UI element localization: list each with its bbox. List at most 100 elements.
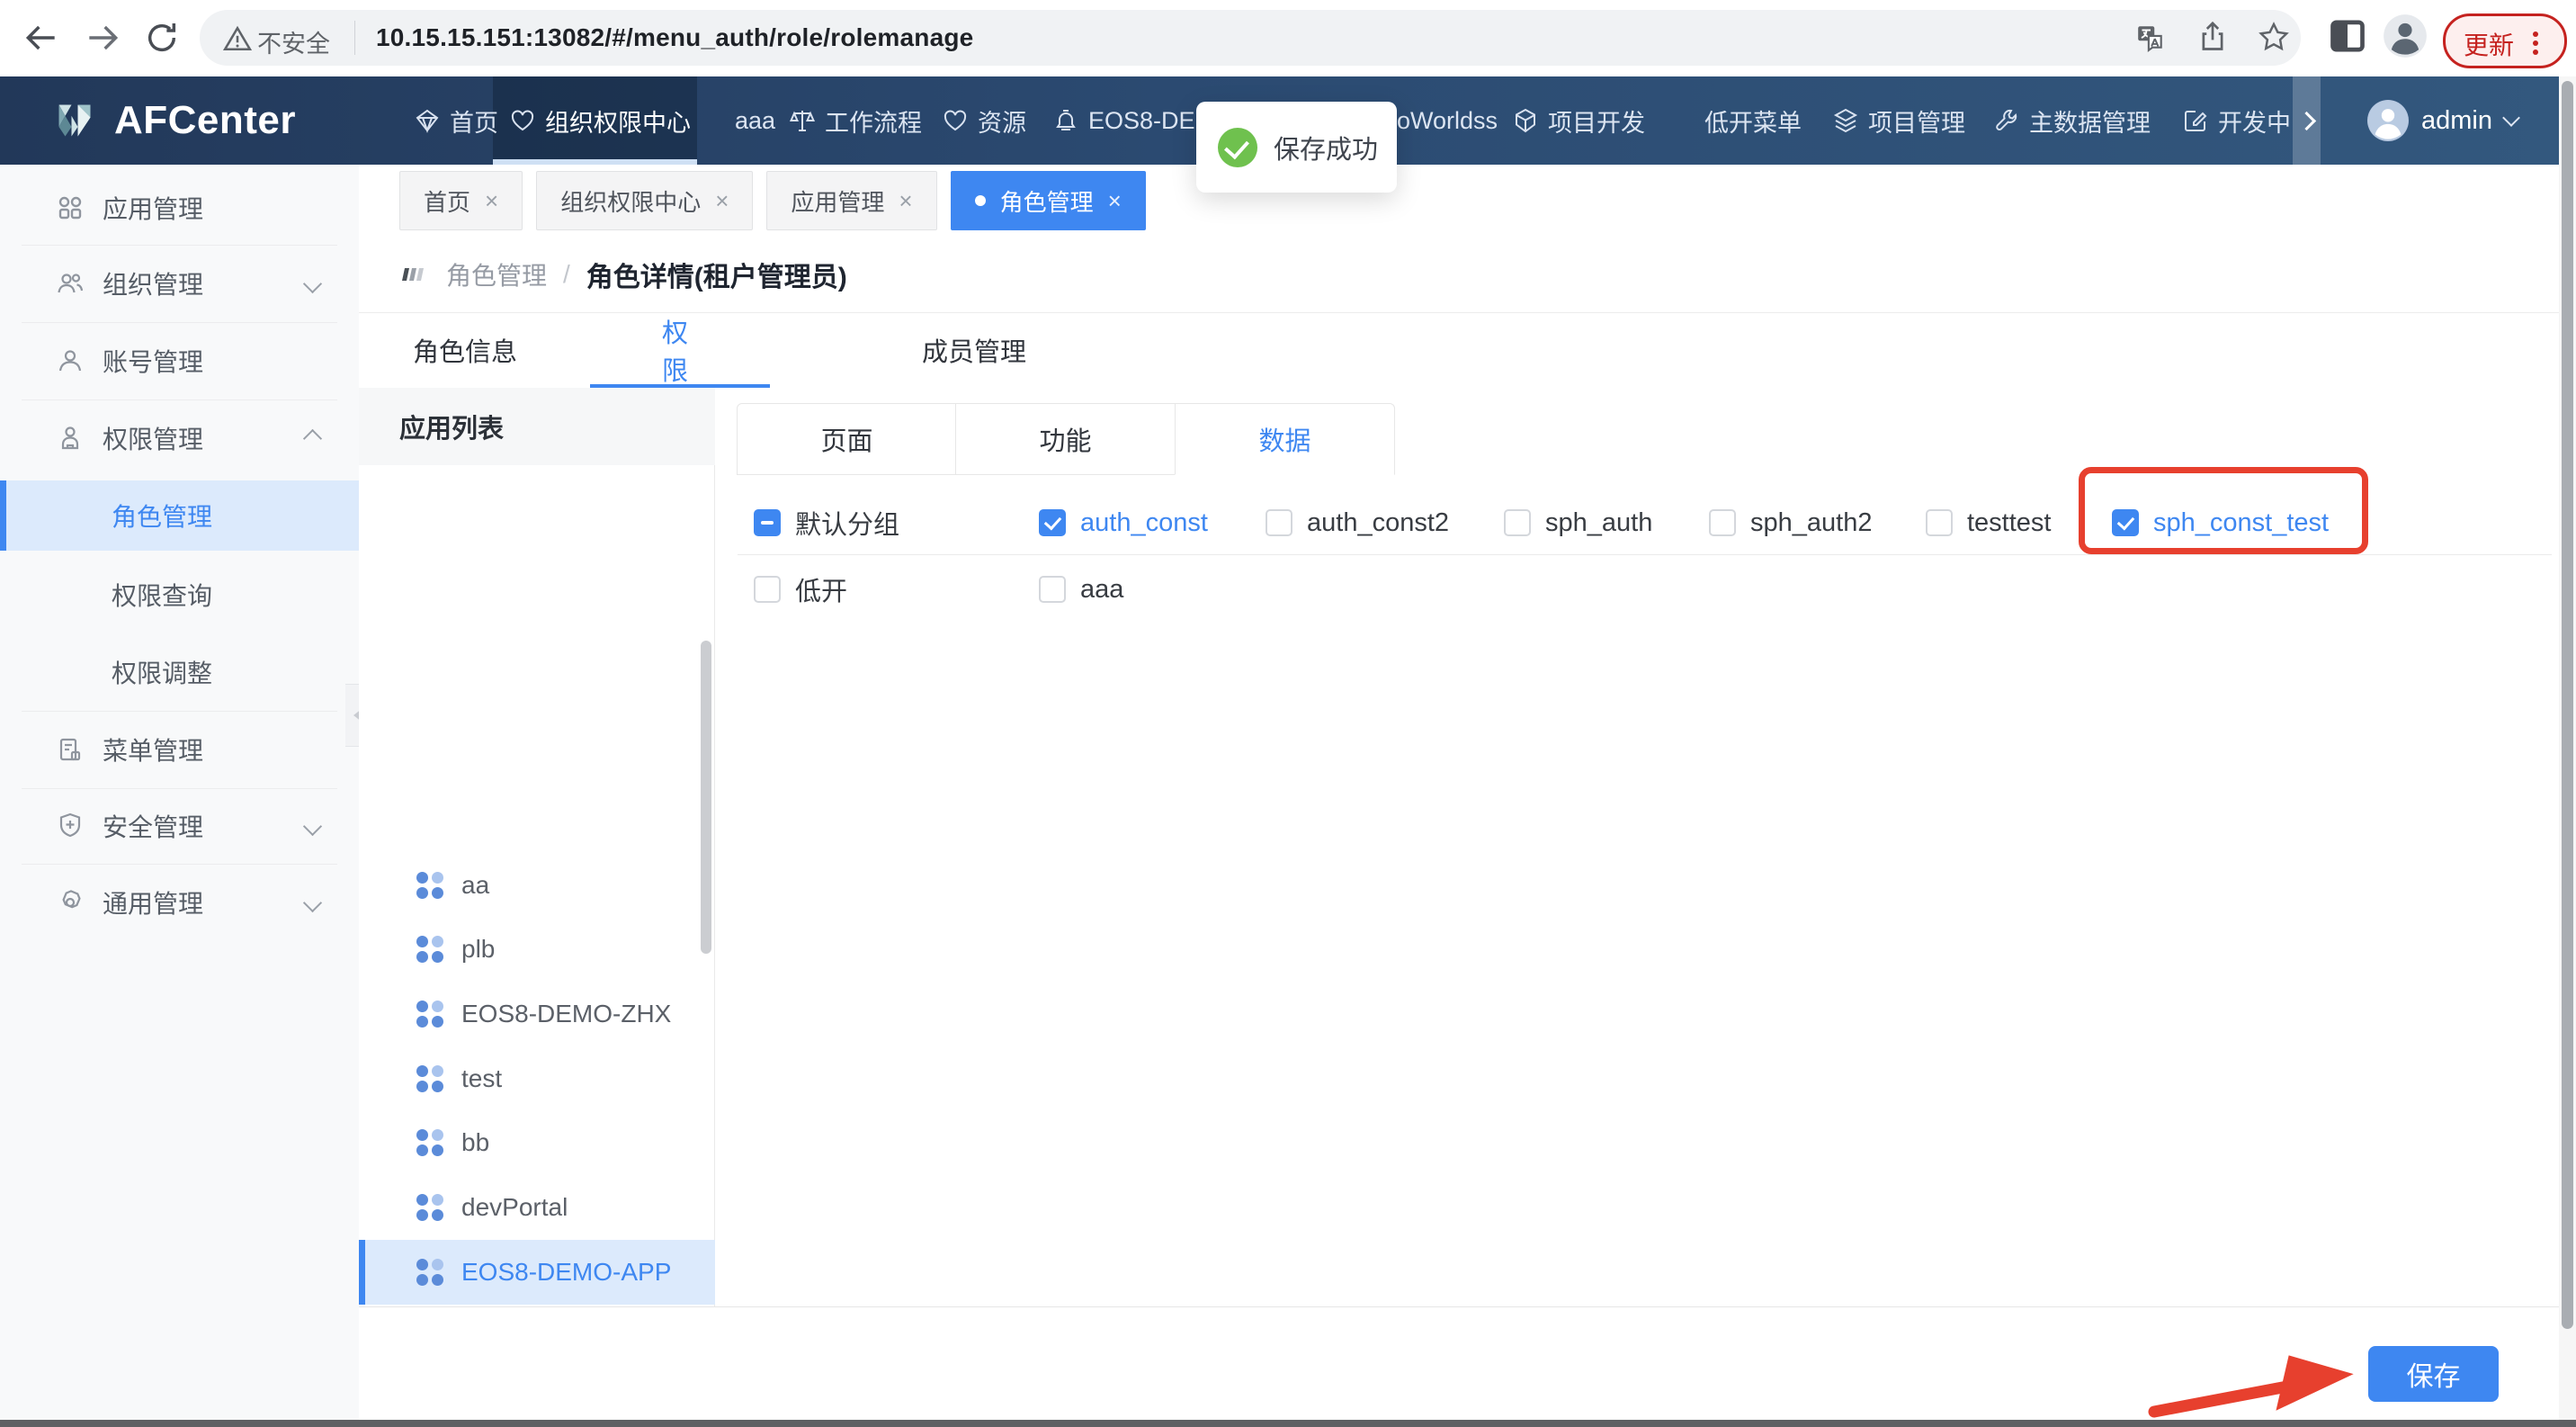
sidebar-item-general-mgmt[interactable]: 通用管理: [0, 864, 359, 941]
perm-auth-const[interactable]: auth_const: [1039, 507, 1208, 537]
sidebar-item-perm-adjust[interactable]: 权限调整: [0, 633, 359, 711]
sidebar-item-label: 菜单管理: [103, 737, 204, 765]
nav-item-resources[interactable]: 资源: [942, 76, 1026, 165]
back-icon[interactable]: [23, 20, 59, 56]
annotation-highlight-rect: [2079, 467, 2368, 554]
checkbox-unchecked[interactable]: [1926, 509, 1953, 536]
app-logo[interactable]: AFCenter: [49, 76, 296, 165]
checkbox-checked[interactable]: [1039, 509, 1066, 536]
gear-icon: [56, 888, 85, 917]
app-list-item[interactable]: plb: [359, 917, 715, 982]
perm-label: auth_const: [1080, 507, 1208, 537]
close-icon[interactable]: ×: [1108, 187, 1122, 215]
nav-item-eos8-de[interactable]: EOS8-DE: [1052, 76, 1195, 165]
browser-profile-avatar[interactable]: [2382, 13, 2428, 59]
nav-overflow-chevron[interactable]: [2293, 76, 2321, 165]
nav-item-label: 资源: [978, 109, 1026, 137]
app-list-item[interactable]: aa: [359, 853, 715, 918]
perm-lowcode[interactable]: 低开: [754, 576, 847, 606]
security-label[interactable]: 不安全: [257, 24, 330, 59]
nav-item-project-dev[interactable]: 项目开发: [1512, 76, 1645, 165]
perm-tab-data[interactable]: 数据: [1175, 403, 1395, 475]
tab-role-info[interactable]: 角色信息: [411, 313, 519, 387]
tab-chip-app-mgmt[interactable]: 应用管理 ×: [766, 171, 937, 230]
close-icon[interactable]: ×: [715, 187, 729, 215]
perm-sph-auth[interactable]: sph_auth: [1504, 508, 1652, 537]
app-list-item[interactable]: test: [359, 1046, 715, 1111]
perm-tab-page[interactable]: 页面: [737, 403, 957, 475]
not-secure-icon: [223, 24, 252, 53]
perm-group-default[interactable]: 默认分组: [754, 509, 899, 540]
close-icon[interactable]: ×: [899, 187, 912, 215]
sidebar-item-account-mgmt[interactable]: 账号管理: [0, 322, 359, 399]
breadcrumb-section[interactable]: 角色管理: [446, 256, 547, 292]
nav-item-project-mgmt[interactable]: 项目管理: [1832, 76, 1965, 165]
tab-member-mgmt[interactable]: 成员管理: [920, 313, 1028, 387]
checkbox-unchecked[interactable]: [1709, 509, 1736, 536]
checkbox-unchecked[interactable]: [1266, 509, 1292, 536]
user-menu[interactable]: admin: [2367, 76, 2520, 165]
perm-aaa[interactable]: aaa: [1039, 575, 1123, 604]
side-panel-icon[interactable]: [2328, 16, 2367, 56]
page-scrollbar-thumb[interactable]: [2562, 81, 2573, 1329]
app-list-scrollbar[interactable]: [701, 641, 711, 954]
app-label: EOS8-DEMO-ZHX: [461, 1000, 672, 1028]
sidebar-item-label: 权限管理: [103, 426, 204, 453]
tab-chip-home[interactable]: 首页 ×: [399, 171, 523, 230]
checkbox-unchecked[interactable]: [1039, 576, 1066, 603]
nav-item-label: oWorldss: [1397, 106, 1498, 134]
bookmark-star-icon[interactable]: [2258, 21, 2290, 53]
chevron-down-icon: [2502, 109, 2520, 127]
sidebar-item-label: 账号管理: [103, 348, 204, 376]
close-icon[interactable]: ×: [485, 187, 498, 215]
sidebar-item-perm-query[interactable]: 权限查询: [0, 556, 359, 633]
reload-icon[interactable]: [144, 20, 180, 56]
sidebar-item-perm-mgmt[interactable]: 权限管理: [0, 399, 359, 477]
app-list-item[interactable]: bb: [359, 1110, 715, 1175]
browser-menu-icon[interactable]: [2533, 28, 2538, 58]
nav-item-aaa[interactable]: aaa: [735, 76, 775, 165]
nav-item-org-auth-center[interactable]: 组织权限中心: [509, 76, 691, 165]
nav-item-in-development[interactable]: 开发中: [2182, 76, 2291, 165]
sidebar-item-menu-mgmt[interactable]: 菜单管理: [0, 711, 359, 788]
perm-label: testtest: [1967, 507, 2052, 537]
nav-item-label: 低开菜单: [1704, 109, 1802, 137]
translate-icon[interactable]: [2135, 22, 2166, 53]
app-list-item[interactable]: devPortal: [359, 1175, 715, 1240]
sidebar-item-security-mgmt[interactable]: 安全管理: [0, 788, 359, 864]
nav-item-home[interactable]: 首页: [414, 76, 498, 165]
checkbox-unchecked[interactable]: [754, 576, 781, 603]
perm-tab-function[interactable]: 功能: [955, 403, 1176, 475]
perm-testtest[interactable]: testtest: [1926, 507, 2052, 537]
nav-item-label: 首页: [450, 109, 498, 137]
tab-chip-role-mgmt[interactable]: 角色管理 ×: [950, 171, 1146, 230]
sidebar-item-label: 通用管理: [103, 890, 204, 918]
checkbox-indeterminate[interactable]: [754, 509, 781, 536]
tab-label: 角色信息: [412, 338, 517, 367]
perm-auth-const2[interactable]: auth_const2: [1266, 508, 1449, 537]
success-check-icon: [1218, 127, 1257, 167]
browser-update-button[interactable]: 更新: [2443, 13, 2567, 68]
share-icon[interactable]: [2196, 21, 2229, 53]
tab-chip-org-auth-center[interactable]: 组织权限中心 ×: [536, 171, 754, 230]
sidebar-item-role-mgmt[interactable]: 角色管理: [0, 480, 359, 551]
nav-item-oworldss[interactable]: oWorldss: [1397, 76, 1498, 165]
nav-item-lowcode-menu[interactable]: 低开菜单: [1704, 76, 1802, 165]
app-list-item[interactable]: EOS8-DEMO-ZHX: [359, 982, 715, 1046]
nav-item-master-data[interactable]: 主数据管理: [1993, 76, 2151, 165]
sidebar-item-org-mgmt[interactable]: 组织管理: [0, 245, 359, 322]
app-list-item-selected[interactable]: EOS8-DEMO-APP: [359, 1240, 715, 1305]
save-button[interactable]: 保存: [2368, 1346, 2499, 1402]
detail-tabs: 角色信息 权限 成员管理: [359, 313, 2576, 389]
checkbox-unchecked[interactable]: [1504, 509, 1531, 536]
nav-item-workflow[interactable]: 工作流程: [789, 76, 922, 165]
user-name: admin: [2421, 105, 2492, 135]
tab-permissions[interactable]: 权限: [662, 313, 702, 387]
forward-icon[interactable]: [85, 20, 121, 56]
nav-item-label: 项目开发: [1548, 109, 1645, 137]
perm-sph-auth2[interactable]: sph_auth2: [1709, 508, 1872, 537]
url-text[interactable]: 10.15.15.151:13082/#/menu_auth/role/role…: [376, 23, 973, 52]
sidebar-item-app-mgmt[interactable]: 应用管理: [0, 170, 359, 245]
nav-item-label: 项目管理: [1868, 109, 1965, 137]
address-bar[interactable]: 不安全 10.15.15.151:13082/#/menu_auth/role/…: [200, 10, 2301, 66]
